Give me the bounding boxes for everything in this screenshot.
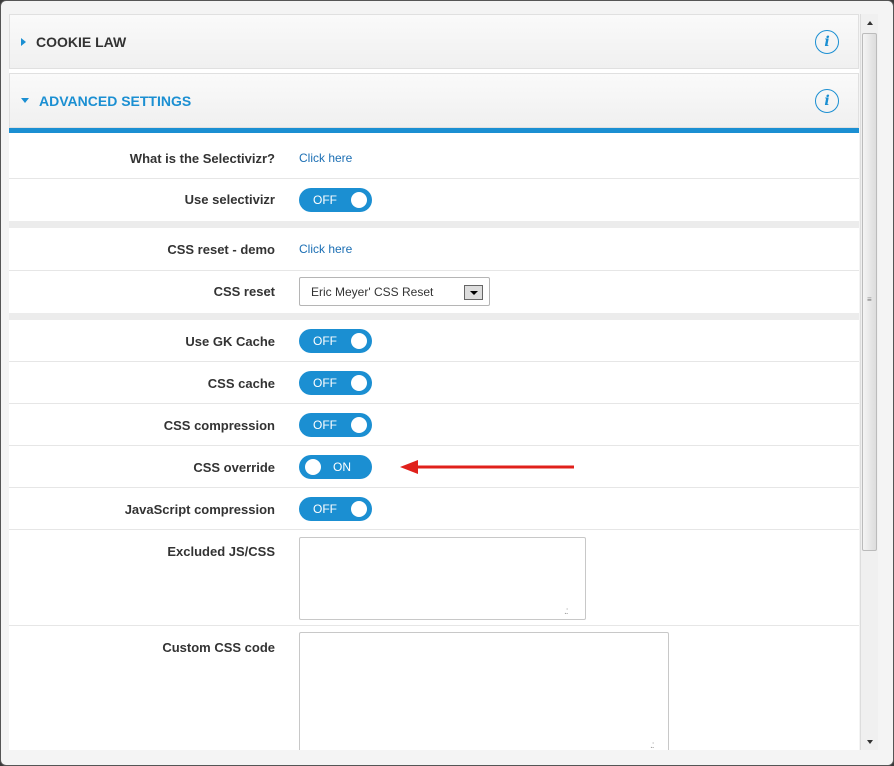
row-css-reset: CSS reset Eric Meyer' CSS Reset xyxy=(9,271,859,313)
resize-grip-icon[interactable]: .: xyxy=(564,606,568,617)
group-separator xyxy=(9,221,859,228)
use-selectivizr-toggle[interactable]: OFF xyxy=(299,188,372,212)
toggle-knob xyxy=(351,333,367,349)
row-custom-css-code: Custom CSS code .: xyxy=(9,626,859,750)
toggle-state: OFF xyxy=(313,376,337,390)
annotation-arrow-icon xyxy=(400,460,574,474)
toggle-state: OFF xyxy=(313,334,337,348)
grip-icon: ≡ xyxy=(867,295,872,304)
toggle-state: OFF xyxy=(313,418,337,432)
setting-label: What is the Selectivizr? xyxy=(129,151,275,166)
excluded-js-css-textarea[interactable] xyxy=(299,537,586,620)
section-title: ADVANCED SETTINGS xyxy=(39,92,192,109)
setting-label: Excluded JS/CSS xyxy=(167,544,275,559)
toggle-knob xyxy=(351,417,367,433)
toggle-knob xyxy=(305,459,321,475)
toggle-knob xyxy=(351,375,367,391)
custom-css-code-textarea[interactable] xyxy=(299,632,669,750)
row-excluded-js-css: Excluded JS/CSS .: xyxy=(9,530,859,626)
row-css-cache: CSS cache OFF xyxy=(9,362,859,404)
info-icon[interactable]: i xyxy=(815,29,839,54)
section-advanced-settings[interactable]: ADVANCED SETTINGS i xyxy=(9,73,859,128)
setting-label: CSS reset - demo xyxy=(167,242,275,257)
group-separator xyxy=(9,313,859,320)
selectivizr-link[interactable]: Click here xyxy=(299,151,352,165)
css-reset-select[interactable]: Eric Meyer' CSS Reset xyxy=(299,277,490,306)
setting-label: Custom CSS code xyxy=(162,640,275,655)
vertical-scrollbar[interactable]: ≡ xyxy=(860,14,878,750)
setting-label: CSS reset xyxy=(213,284,275,299)
setting-label: CSS cache xyxy=(207,376,275,391)
resize-grip-icon[interactable]: .: xyxy=(650,740,654,750)
row-js-compression: JavaScript compression OFF xyxy=(9,488,859,530)
dropdown-arrow-icon[interactable] xyxy=(464,285,483,300)
scroll-up-arrow-icon[interactable] xyxy=(861,14,878,31)
setting-label: CSS compression xyxy=(163,418,275,433)
toggle-state: OFF xyxy=(313,193,337,207)
row-selectivizr-info: What is the Selectivizr? Click here xyxy=(9,133,859,179)
scroll-down-arrow-icon[interactable] xyxy=(861,733,878,750)
toggle-knob xyxy=(351,501,367,517)
scrollbar-thumb[interactable]: ≡ xyxy=(862,33,877,551)
info-icon[interactable]: i xyxy=(815,88,839,113)
row-use-selectivizr: Use selectivizr OFF xyxy=(9,179,859,221)
css-override-toggle[interactable]: ON xyxy=(299,455,372,479)
css-reset-demo-link[interactable]: Click here xyxy=(299,242,352,256)
row-css-compression: CSS compression OFF xyxy=(9,404,859,446)
setting-label: JavaScript compression xyxy=(124,502,275,517)
setting-label: CSS override xyxy=(193,460,275,475)
section-cookie-law[interactable]: COOKIE LAW i xyxy=(9,14,859,69)
setting-label: Use selectivizr xyxy=(184,192,275,207)
toggle-knob xyxy=(351,192,367,208)
toggle-state: OFF xyxy=(313,502,337,516)
collapse-arrow-icon xyxy=(21,98,29,103)
row-use-gk-cache: Use GK Cache OFF xyxy=(9,320,859,362)
css-compression-toggle[interactable]: OFF xyxy=(299,413,372,437)
select-value: Eric Meyer' CSS Reset xyxy=(311,285,434,299)
use-gk-cache-toggle[interactable]: OFF xyxy=(299,329,372,353)
row-css-reset-demo: CSS reset - demo Click here xyxy=(9,228,859,271)
toggle-state: ON xyxy=(333,460,351,474)
css-cache-toggle[interactable]: OFF xyxy=(299,371,372,395)
setting-label: Use GK Cache xyxy=(185,334,275,349)
js-compression-toggle[interactable]: OFF xyxy=(299,497,372,521)
expand-arrow-icon xyxy=(21,37,26,46)
settings-panel: COOKIE LAW i ADVANCED SETTINGS i What is… xyxy=(9,14,859,750)
section-title: COOKIE LAW xyxy=(36,33,127,50)
